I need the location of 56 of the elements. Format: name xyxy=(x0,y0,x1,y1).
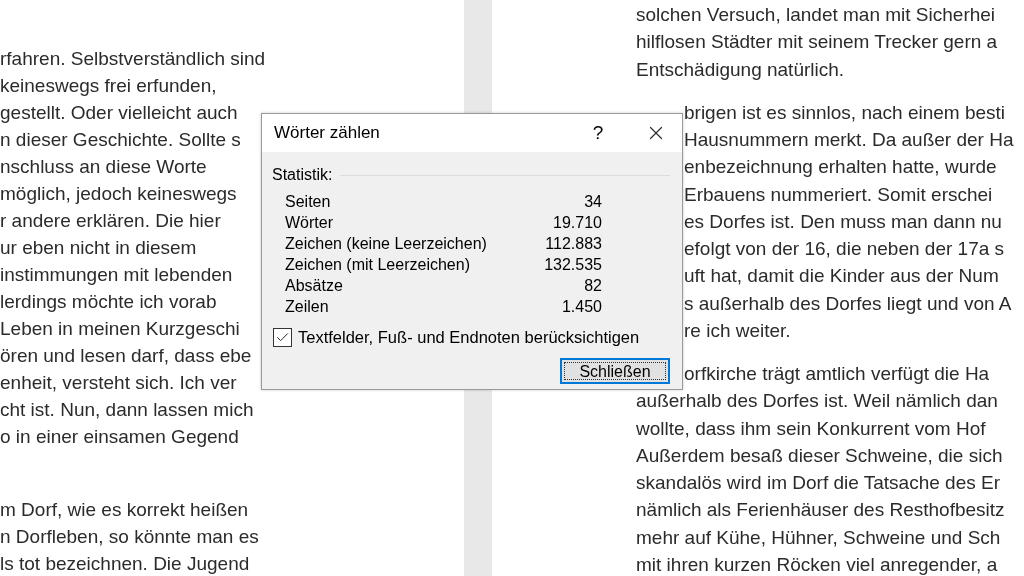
stat-label: Absätze xyxy=(285,276,343,296)
text-line: o in einer einsamen Gegend xyxy=(0,425,239,449)
text-line: enbezeichnung erhalten hatte, wurde xyxy=(684,157,997,178)
text-line: ls tot bezeichnen. Die Jugend xyxy=(0,552,250,576)
stat-value: 19.710 xyxy=(553,213,602,233)
checkbox[interactable] xyxy=(273,327,292,347)
text-line: Außerdem besaß dieser Schweine, die sich xyxy=(636,445,1003,466)
text-line: hilflosen Städter mit seinem Trecker gern a xyxy=(636,32,998,53)
checkbox-label: Textfelder, Fuß- und Endnoten berücksichtigen xyxy=(298,327,640,348)
stat-label: Zeichen (mit Leerzeichen) xyxy=(285,255,470,275)
text-line: s außerhalb des Dorfes liegt und von A xyxy=(684,293,1012,314)
text-line: nschluss an diese Worte xyxy=(0,155,207,179)
text-line: brigen ist es sinnlos, nach einem besti xyxy=(684,102,1006,123)
dialog-title: Wörter zählen xyxy=(274,122,380,145)
text-line: möglich, jedoch keineswegs xyxy=(0,182,237,206)
text-line: Hausnummern merkt. Da außer der Ha xyxy=(684,130,1014,150)
text-line: lerdings möchte ich vorab xyxy=(0,290,217,314)
stat-value: 112.883 xyxy=(545,234,602,254)
text-line: Erbauens nummeriert. Somit erschei xyxy=(684,184,993,205)
text-line: Entschädigung natürlich. xyxy=(636,59,845,80)
text-line: efolgt von der 16, die neben der 17a s xyxy=(684,239,1005,259)
text-line: keineswegs frei erfunden, xyxy=(0,74,217,98)
section-label: Statistik: xyxy=(272,165,333,185)
text-line: cht ist. Nun, dann lassen mich xyxy=(0,398,254,422)
text-line: n dieser Geschichte. Sollte s xyxy=(0,128,241,152)
text-line: ur eben nicht in diesem xyxy=(0,236,197,260)
text-line: orfkirche trägt amtlich verfügt die Ha xyxy=(684,364,990,384)
text-line: Leben in meinen Kurzgeschi xyxy=(0,317,240,341)
text-line: re ich weiter. xyxy=(684,320,791,341)
text-line: r andere erklären. Die hier xyxy=(0,209,221,233)
text-line: enheit, versteht sich. Ich ver xyxy=(0,371,237,395)
stat-label: Wörter xyxy=(285,213,333,233)
text-line: außerhalb des Dorfes ist. Weil nämlich dan xyxy=(636,391,998,412)
text-line: n Dorfleben, so könnte man es xyxy=(0,525,259,549)
text-line: gestellt. Oder vielleicht auch xyxy=(0,101,238,125)
close-dialog-button[interactable]: Schließen xyxy=(560,357,670,384)
text-line: ören und lesen darf, dass ebe xyxy=(0,344,252,368)
text-line: m Dorf, wie es korrekt heißen xyxy=(0,498,249,522)
text-line: mehr auf Kühe, Hühner, Schweine und Sch xyxy=(636,527,1001,548)
stat-value: 34 xyxy=(584,192,602,212)
stat-value: 1.450 xyxy=(561,297,602,317)
stat-label: Zeilen xyxy=(285,297,329,317)
help-button[interactable]: ? xyxy=(578,118,618,148)
text-line: instimmungen mit lebenden xyxy=(0,263,233,287)
text-line: uft hat, damit die Kinder aus der Num xyxy=(684,266,999,287)
text-line: skandalös wird im Dorf die Tatsache des Er xyxy=(636,473,1000,493)
stat-label: Zeichen (keine Leerzeichen) xyxy=(285,234,487,254)
text-line: nämlich als Ferienhäuser des Resthofbesitz xyxy=(636,500,1005,521)
stat-value: 82 xyxy=(584,276,602,296)
stat-label: Seiten xyxy=(285,192,331,212)
text-line: rfahren. Selbstverständlich sind xyxy=(0,47,266,71)
text-line: wollte, dass ihm sein Konkurrent vom Hof xyxy=(636,418,986,439)
stat-value: 132.535 xyxy=(544,255,602,275)
text-line: es Dorfes ist. Den muss man dann nu xyxy=(684,211,1002,232)
text-line: mit ihren kurzen Röcken viel anregender, a xyxy=(636,554,998,575)
text-line: solchen Versuch, landet man mit Sicherhei xyxy=(636,5,996,25)
